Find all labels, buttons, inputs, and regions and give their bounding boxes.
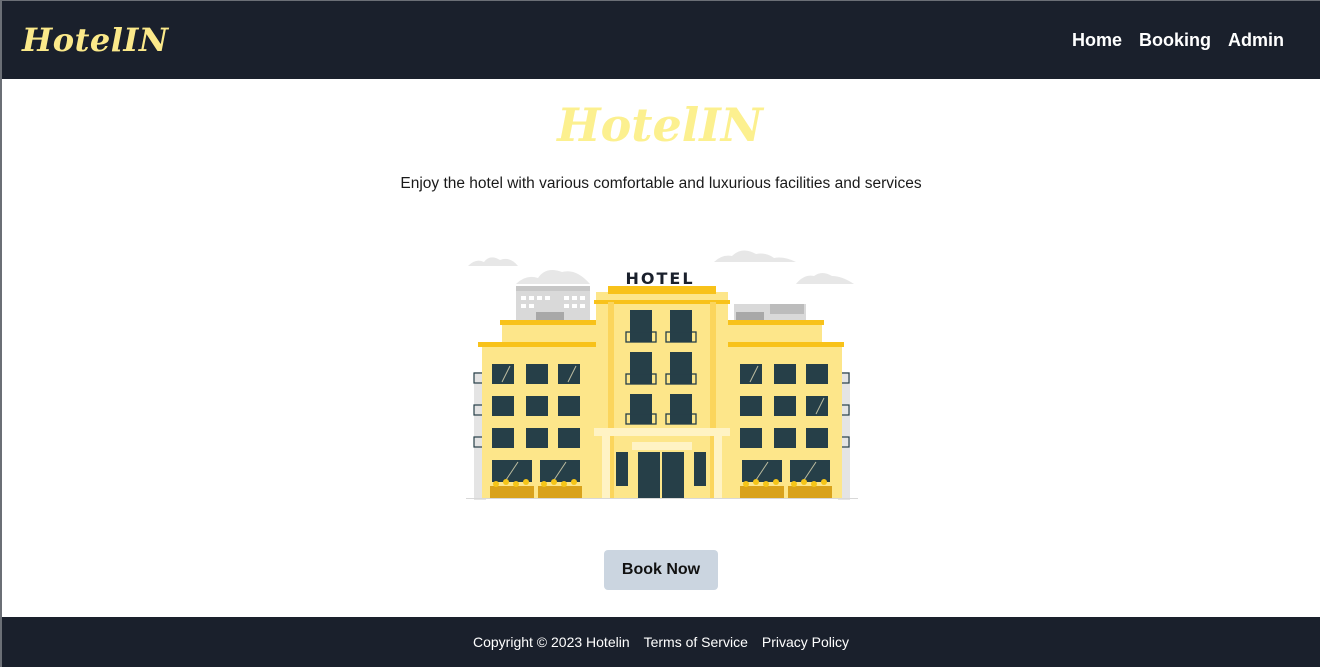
terms-of-service-link[interactable]: Terms of Service — [644, 634, 748, 650]
brand-logo[interactable]: HotelIN — [22, 21, 169, 59]
nav-links: Home Booking Admin — [1072, 30, 1284, 51]
hotel-illustration: HOTEL — [466, 250, 858, 500]
hotel-sign-text: HOTEL — [625, 269, 694, 288]
footer: Copyright © 2023 Hotelin Terms of Servic… — [2, 617, 1320, 667]
nav-admin-link[interactable]: Admin — [1228, 30, 1284, 51]
navbar: HotelIN Home Booking Admin — [2, 1, 1320, 79]
book-now-button[interactable]: Book Now — [604, 550, 718, 590]
hero-subtitle: Enjoy the hotel with various comfortable… — [400, 175, 922, 192]
nav-home-link[interactable]: Home — [1072, 30, 1122, 51]
nav-booking-link[interactable]: Booking — [1139, 30, 1211, 51]
footer-copyright: Copyright © 2023 Hotelin — [472, 634, 630, 650]
hero-title: HotelIN — [557, 98, 763, 152]
privacy-policy-link[interactable]: Privacy Policy — [762, 634, 849, 650]
